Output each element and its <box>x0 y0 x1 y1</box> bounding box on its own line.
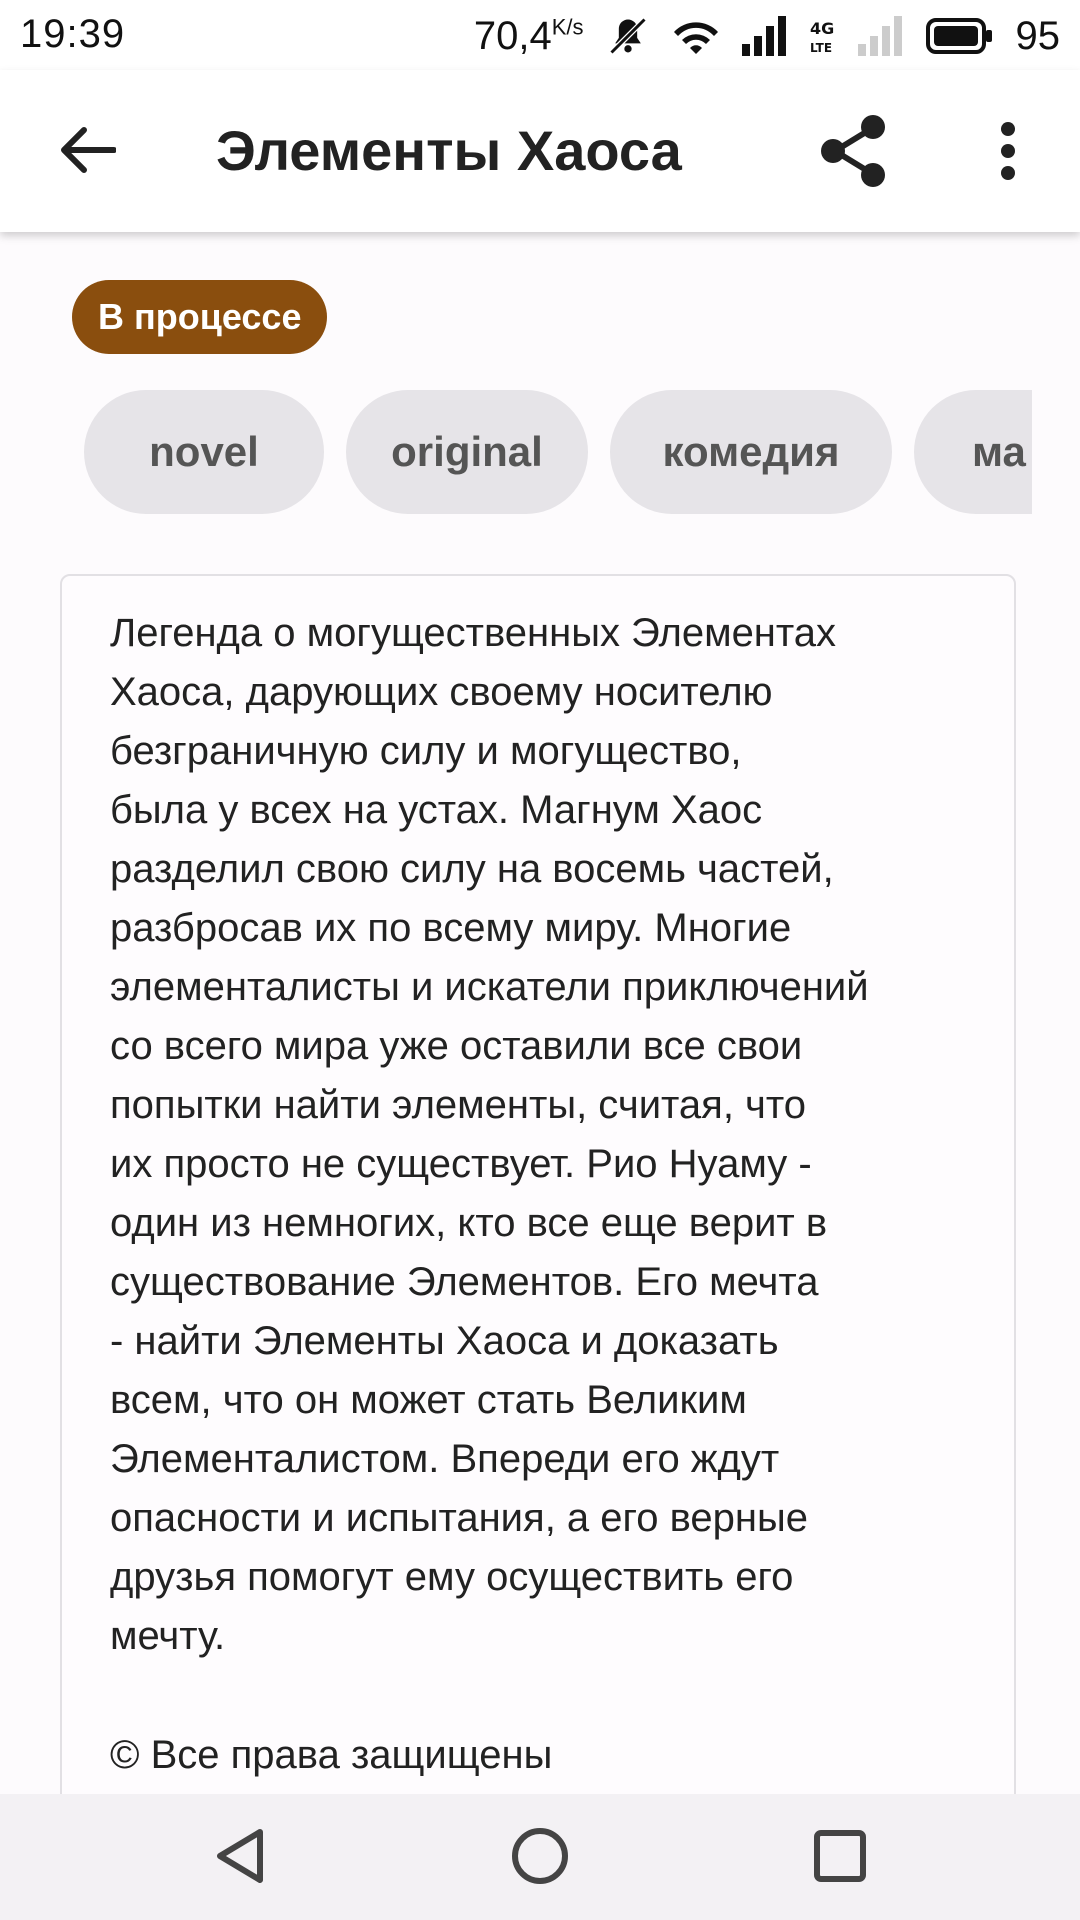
system-nav-bar <box>0 1794 1080 1920</box>
description-line: разбросав их по всему миру. Многие <box>110 906 792 950</box>
svg-text:LTE: LTE <box>810 41 832 55</box>
lte-icon: 4G LTE <box>810 16 836 56</box>
network-speed: 70,4K/s <box>474 14 584 59</box>
description-line: всем, что он может стать Великим <box>110 1378 747 1422</box>
description-line: существование Элементов. Его мечта <box>110 1260 819 1304</box>
network-speed-value: 70,4 <box>473 13 552 58</box>
description-line: - найти Элементы Хаоса и доказать <box>110 1319 779 1363</box>
battery-icon <box>925 18 994 54</box>
tag-chip[interactable]: ма <box>914 390 1032 514</box>
app-bar: Элементы Хаоса <box>0 70 1080 232</box>
status-icons: 70,4K/s 4G LTE 95 <box>474 8 1060 64</box>
back-triangle-icon <box>212 1826 268 1891</box>
more-options-button[interactable] <box>978 108 1038 198</box>
share-button[interactable] <box>808 108 898 198</box>
wifi-icon <box>672 14 720 58</box>
network-speed-unit: K/s <box>551 14 584 40</box>
tag-chip[interactable]: комедия <box>610 390 892 514</box>
description-card: Легенда о могущественных Элементах Хаоса… <box>60 574 1016 1920</box>
description-line: разделил свою силу на восемь частей, <box>110 847 834 891</box>
description-line: опасности и испытания, а его верные <box>110 1496 808 1540</box>
description-line: их просто не существует. Рио Нуаму - <box>110 1142 812 1186</box>
description-line: со всего мира уже оставили все свои <box>110 1024 803 1068</box>
tags-row[interactable]: novel original комедия ма <box>84 390 1032 516</box>
nav-back-button[interactable] <box>200 1822 280 1894</box>
arrow-left-icon <box>60 126 117 179</box>
tag-chip[interactable]: original <box>346 390 588 514</box>
description-line: попытки найти элементы, считая, что <box>110 1083 806 1127</box>
description-line: Элементалистом. Впереди его ждут <box>110 1437 780 1481</box>
description-line: Хаоса, дарующих своему носителю <box>110 670 773 714</box>
signal-off-icon <box>857 16 904 56</box>
screen: 19:39 70,4K/s 4G LTE 95 Элементы Хаоса В… <box>0 0 1080 1920</box>
home-circle-icon <box>510 1826 570 1891</box>
tag-chip[interactable]: novel <box>84 390 324 514</box>
copyright-notice: © Все права защищены <box>110 1733 553 1777</box>
battery-level: 95 <box>1015 13 1061 58</box>
status-badge: В процессе <box>72 280 328 354</box>
more-vertical-icon <box>998 121 1018 186</box>
description-line: Легенда о могущественных Элементах <box>110 611 837 655</box>
description-text: Легенда о могущественных Элементах Хаоса… <box>110 604 980 1666</box>
mute-icon <box>606 14 650 58</box>
svg-text:4G: 4G <box>810 19 834 38</box>
back-button[interactable] <box>48 112 128 192</box>
description-line: один из немногих, кто все еще верит в <box>110 1201 828 1245</box>
recents-square-icon <box>813 1829 867 1888</box>
description-line: мечту. <box>110 1614 226 1658</box>
signal-icon <box>741 16 788 56</box>
share-icon <box>815 113 891 194</box>
description-line: была у всех на устах. Магнум Хаос <box>110 788 763 832</box>
description-line: элементалисты и искатели приключений <box>110 965 869 1009</box>
description-line: друзья помогут ему осуществить его <box>110 1555 794 1599</box>
status-bar: 19:39 70,4K/s 4G LTE 95 <box>0 0 1080 70</box>
status-time: 19:39 <box>20 12 126 56</box>
nav-recents-button[interactable] <box>800 1822 880 1894</box>
nav-home-button[interactable] <box>500 1822 580 1894</box>
description-line: безграничную силу и могущество, <box>110 729 742 773</box>
page-title: Элементы Хаоса <box>216 119 682 182</box>
